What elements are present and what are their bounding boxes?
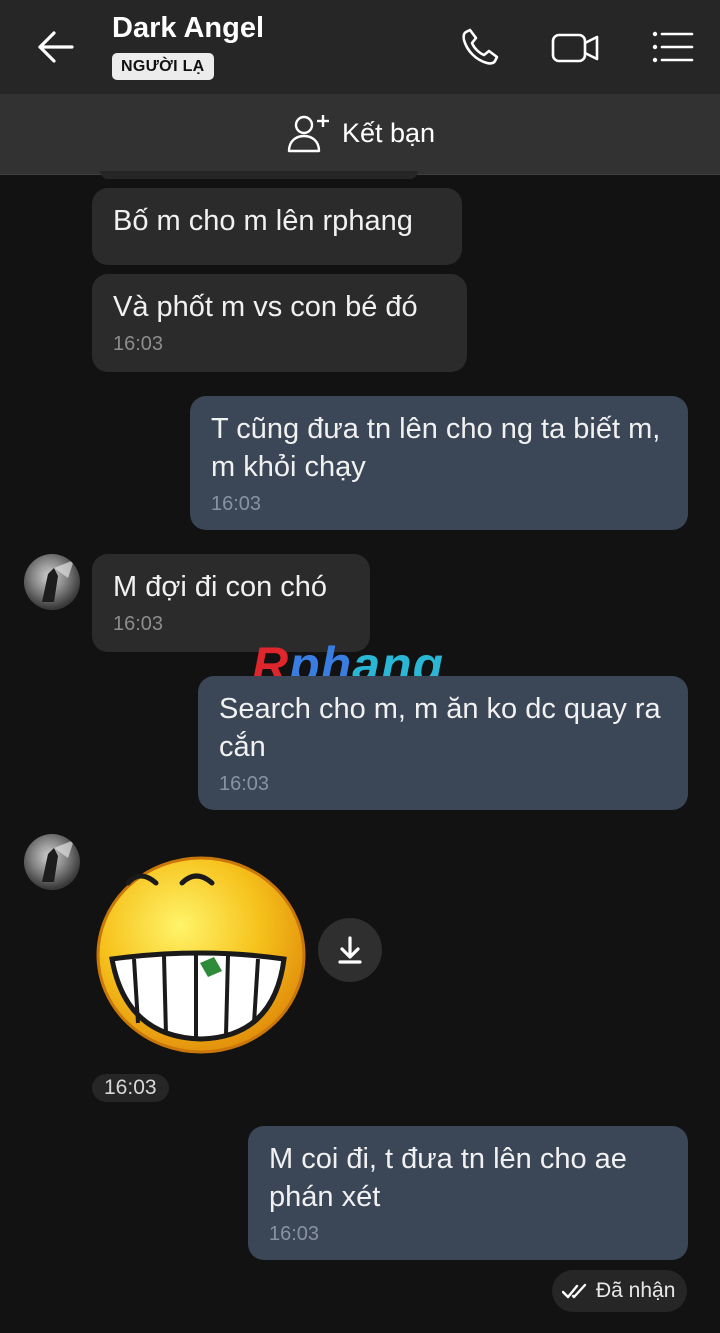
- add-person-icon: [287, 115, 329, 153]
- delivery-status-label: Đã nhận: [596, 1279, 676, 1302]
- message-bubble-outgoing[interactable]: M coi đi, t đưa tn lên cho ae phán xét 1…: [248, 1126, 688, 1260]
- grinning-emoji-sticker[interactable]: [96, 855, 310, 1055]
- stranger-badge: NGƯỜI LẠ: [112, 53, 214, 80]
- video-camera-icon[interactable]: [550, 23, 600, 71]
- message-text: Và phốt m vs con bé đó: [113, 291, 418, 323]
- previous-message-edge: [100, 171, 418, 179]
- download-icon: [338, 936, 362, 964]
- message-bubble-incoming[interactable]: Và phốt m vs con bé đó 16:03: [92, 274, 467, 372]
- message-bubble-outgoing[interactable]: T cũng đưa tn lên cho ng ta biết m, m kh…: [190, 396, 688, 530]
- delivery-status: Đã nhận: [552, 1270, 688, 1312]
- message-time: 16:03: [113, 333, 164, 355]
- message-time: 16:03: [113, 613, 164, 635]
- double-check-icon: [562, 1283, 587, 1299]
- contact-avatar[interactable]: [24, 554, 80, 610]
- add-friend-bar[interactable]: Kết bạn: [0, 94, 720, 175]
- message-text: M coi đi, t đưa tn lên cho ae phán xét: [269, 1143, 627, 1213]
- list-menu-icon[interactable]: [648, 23, 698, 71]
- contact-name[interactable]: Dark Angel: [112, 12, 264, 45]
- sticker-time: 16:03: [92, 1074, 169, 1102]
- message-text: M đợi đi con chó: [113, 571, 328, 603]
- message-text: T cũng đưa tn lên cho ng ta biết m, m kh…: [211, 413, 661, 483]
- download-button[interactable]: [318, 918, 382, 982]
- message-time: 16:03: [211, 493, 262, 515]
- message-bubble-outgoing[interactable]: Search cho m, m ăn ko dc quay ra cắn 16:…: [198, 676, 688, 810]
- message-time: 16:03: [219, 773, 270, 795]
- phone-icon[interactable]: [456, 23, 506, 71]
- add-friend-label: Kết bạn: [342, 117, 436, 148]
- chat-header: Dark Angel NGƯỜI LẠ: [0, 0, 720, 94]
- back-arrow-icon[interactable]: [30, 24, 80, 70]
- message-bubble-incoming[interactable]: Bố m cho m lên rphang: [92, 188, 462, 265]
- message-time: 16:03: [269, 1223, 320, 1245]
- contact-avatar[interactable]: [24, 834, 80, 890]
- message-text: Search cho m, m ăn ko dc quay ra cắn: [219, 693, 661, 763]
- message-text: Bố m cho m lên rphang: [113, 205, 413, 237]
